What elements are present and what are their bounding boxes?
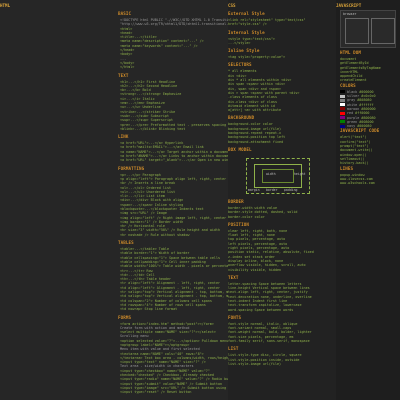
col2-title: CSS xyxy=(228,3,236,8)
section-heading: LINES xyxy=(340,165,354,171)
width-label: width xyxy=(266,171,276,176)
section-heading: COLORS xyxy=(340,82,356,88)
section-heading: FORMATTING xyxy=(118,165,145,171)
pane-right-frame xyxy=(371,18,395,44)
border-label: border xyxy=(266,187,278,192)
css-column: CSS External Style <link rel="stylesheet" … xyxy=(228,0,336,400)
color-swatch xyxy=(340,98,345,102)
margin-label: margin xyxy=(248,187,260,192)
section-heading: FORMS xyxy=(118,314,132,320)
section-heading: LIST xyxy=(228,346,239,352)
padding-label: padding xyxy=(284,187,298,192)
color-swatch xyxy=(340,103,345,107)
color-swatch xyxy=(340,120,345,124)
color-swatch xyxy=(340,111,345,115)
pane-label: browser xyxy=(343,12,357,16)
code-line: www.w3schools.com xyxy=(340,181,375,186)
col1-title: HTML xyxy=(0,3,11,8)
section-heading: TEXT xyxy=(118,72,129,78)
section-heading: POSITION xyxy=(228,221,249,227)
color-swatch xyxy=(340,107,345,111)
section-heading: BACKGROUND xyxy=(228,115,255,121)
section-heading: BOX MODEL xyxy=(228,146,252,152)
height-label: height xyxy=(294,171,306,176)
section-heading: Internal Style xyxy=(228,29,265,35)
section-heading: HTML DOM xyxy=(340,50,361,55)
section-heading: BORDER xyxy=(228,198,244,204)
col3-title: JAVASCRIPT xyxy=(336,3,362,8)
box-model-diagram: margin border padding width height xyxy=(246,157,310,194)
code-line: <input type="reset" /> Reset button xyxy=(120,390,192,395)
section-heading: TABLES xyxy=(118,240,134,246)
color-swatch xyxy=(340,94,345,98)
color-swatch xyxy=(340,116,345,120)
js-column: JAVASCRIPT browser HTML DOM document getElem… xyxy=(336,0,400,400)
section-heading: FONTS xyxy=(228,314,242,320)
section-heading: BASIC xyxy=(118,11,132,16)
pane-left-frame xyxy=(345,18,369,44)
section-heading: JAVASCRIPT CODE xyxy=(340,128,380,134)
section-heading: Inline Style xyxy=(228,48,260,54)
html-column: HTML BASIC <!DOCTYPE html PUBLIC "-//W3C//… xyxy=(0,0,228,400)
code-line: list-style-image url(file) xyxy=(228,361,282,366)
color-swatch xyxy=(340,90,345,94)
section-heading: LINK xyxy=(118,134,129,140)
browser-pane: browser xyxy=(340,10,396,48)
section-heading: TEXT xyxy=(228,274,239,280)
color-swatch xyxy=(340,124,345,128)
section-heading: SELECTORS xyxy=(228,62,252,68)
section-heading: External Style xyxy=(228,11,265,16)
